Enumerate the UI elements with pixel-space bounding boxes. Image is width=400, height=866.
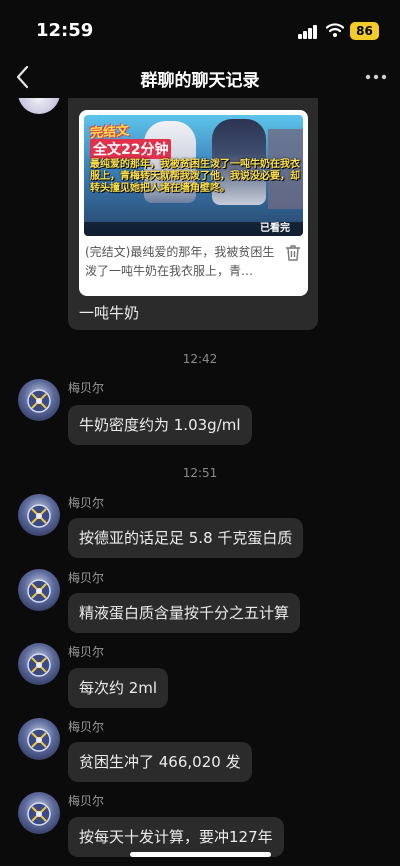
trash-icon[interactable] [285,244,301,262]
cover-duration-tag: 全文22分钟 [90,139,172,159]
wifi-icon [326,23,344,37]
cover-image: 完结文 全文22分钟 最纯爱的那年，我被贫困生泼了一吨牛奶在我衣服上，青梅转天就… [84,115,303,236]
status-time: 12:59 [36,20,94,41]
message-bubble-link[interactable]: 完结文 全文22分钟 最纯爱的那年，我被贫困生泼了一吨牛奶在我衣服上，青梅转天就… [68,98,318,330]
link-card-caption: 一吨牛奶 [79,304,140,322]
message-bubble[interactable]: 每次约 2ml [68,668,169,708]
sender-name: 梅贝尔 [68,720,105,734]
link-card-description: (完结文)最纯爱的那年，我被贫困生泼了一吨牛奶在我衣服上，青… [85,245,275,278]
avatar[interactable] [18,98,60,114]
battery-indicator: 86 [350,22,379,40]
sender-name: 梅贝尔 [68,496,105,510]
avatar[interactable] [18,379,60,421]
avatar-emblem-icon [27,728,51,752]
link-card[interactable]: 完结文 全文22分钟 最纯爱的那年，我被贫困生泼了一吨牛奶在我衣服上，青梅转天就… [79,110,308,296]
sender-name: 梅贝尔 [68,645,105,659]
timestamp: 12:51 [182,466,218,480]
avatar-emblem-icon [27,653,51,677]
avatar[interactable] [18,569,60,611]
avatar-emblem-icon [27,389,51,413]
message-bubble[interactable]: 按德亚的话足足 5.8 千克蛋白质 [68,518,304,558]
avatar[interactable] [18,792,60,834]
home-indicator[interactable] [130,852,271,857]
timestamp: 12:42 [182,352,218,366]
message-bubble[interactable]: 贫困生冲了 466,020 发 [68,742,252,782]
status-bar: 12:59 86 [0,0,400,58]
sender-name: 梅贝尔 [68,381,105,395]
avatar[interactable] [18,494,60,536]
chat-history[interactable]: 完结文 全文22分钟 最纯爱的那年，我被贫困生泼了一吨牛奶在我衣服上，青梅转天就… [0,98,400,866]
avatar-emblem-icon [27,579,51,603]
read-badge: 已看完 [260,223,290,234]
message-bubble[interactable]: 牛奶密度约为 1.03g/ml [68,405,252,445]
avatar[interactable] [18,643,60,685]
avatar[interactable] [18,718,60,760]
cover-text: 最纯爱的那年，我被贫困生泼了一吨牛奶在我衣服上，青梅转天就帮我泼了他，我说没必要… [90,159,300,194]
avatar-emblem-icon [27,504,51,528]
message-bubble[interactable]: 精液蛋白质含量按千分之五计算 [68,593,301,633]
message-bubble[interactable]: 按每天十发计算，要冲127年 [68,817,284,857]
sender-name: 梅贝尔 [68,571,105,585]
cellular-signal-icon [298,25,320,39]
avatar-emblem-icon [27,802,51,826]
chat-header: 群聊的聊天记录 [0,58,400,98]
more-options-icon[interactable] [364,70,388,84]
sender-name: 梅贝尔 [68,794,105,808]
page-title: 群聊的聊天记录 [140,71,260,91]
